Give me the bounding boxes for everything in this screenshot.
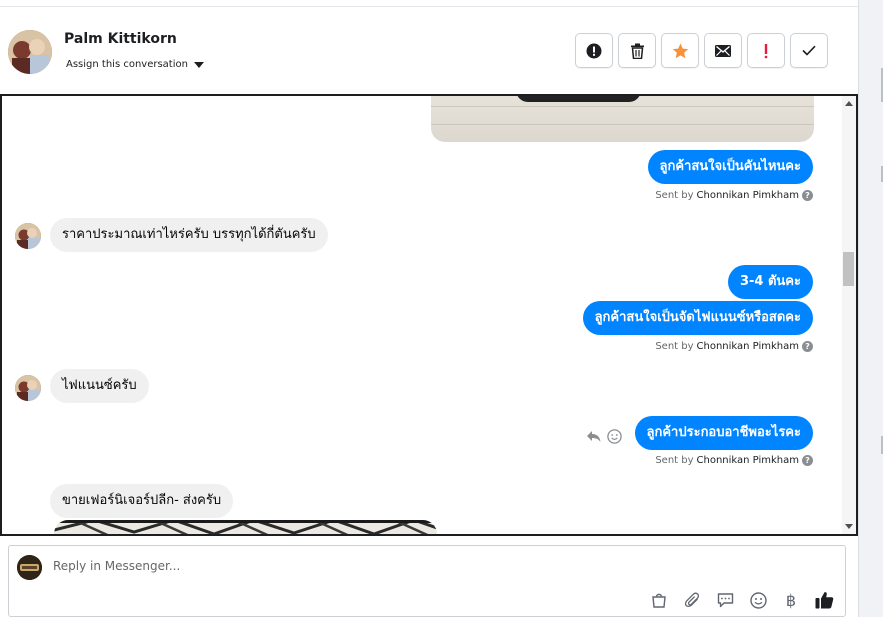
shared-photo[interactable]	[431, 96, 814, 142]
side-panel-edge	[858, 0, 883, 617]
message-bubble-incoming[interactable]: ไฟแนนซ์ครับ	[50, 369, 149, 403]
important-button[interactable]	[747, 33, 785, 68]
message-bubble-outgoing[interactable]: ลูกค้าสนใจเป็นคันไหนคะ	[647, 150, 813, 184]
help-icon[interactable]: ?	[802, 455, 813, 466]
sent-by-prefix: Sent by	[655, 190, 694, 201]
message-bubble-outgoing[interactable]: ลูกค้าสนใจเป็นจัดไฟแนนซ์หรือสดคะ	[582, 301, 813, 335]
message-bubble-incoming[interactable]: ราคาประมาณเท่าไหร่ครับ บรรทุกได้กี่ตันคร…	[50, 218, 328, 252]
scroll-thumb[interactable]	[843, 252, 854, 286]
sent-by-name: Chonnikan Pimkham	[696, 190, 799, 201]
assign-label: Assign this conversation	[66, 59, 188, 70]
thread-scrollbar[interactable]	[842, 96, 856, 534]
contact-name[interactable]: Palm Kittikorn	[64, 31, 177, 47]
shared-photo[interactable]	[54, 520, 437, 534]
sent-by-label: Sent by Chonnikan Pimkham ?	[655, 455, 813, 466]
message-thread[interactable]: ลูกค้าสนใจเป็นคันไหนคะ Sent by Chonnikan…	[0, 94, 858, 536]
reply-composer: ฿	[8, 545, 846, 617]
delete-button[interactable]	[618, 33, 656, 68]
reply-input[interactable]	[53, 559, 553, 573]
sent-by-prefix: Sent by	[655, 455, 694, 466]
contact-avatar-small[interactable]	[15, 375, 41, 401]
scroll-down-arrow-icon[interactable]	[845, 524, 853, 529]
react-emoji-icon[interactable]	[607, 429, 622, 444]
conversation-header: Palm Kittikorn Assign this conversation	[0, 7, 858, 94]
mark-spam-button[interactable]	[575, 33, 613, 68]
check-icon	[802, 45, 816, 56]
sent-by-label: Sent by Chonnikan Pimkham ?	[655, 190, 813, 201]
message-bubble-outgoing[interactable]: 3-4 ตันคะ	[727, 265, 813, 299]
reply-icon[interactable]	[586, 430, 601, 443]
trash-icon	[630, 43, 644, 59]
help-icon[interactable]: ?	[802, 190, 813, 201]
message-hover-actions	[586, 429, 622, 444]
composer-toolbar: ฿	[648, 589, 835, 611]
message-bubble-outgoing[interactable]: ลูกค้าประกอบอาชีพอะไรคะ	[634, 416, 813, 450]
envelope-icon	[715, 44, 731, 57]
shopping-bag-icon[interactable]	[648, 589, 670, 611]
help-icon[interactable]: ?	[802, 341, 813, 352]
photo-content	[54, 520, 437, 534]
sent-by-name: Chonnikan Pimkham	[696, 455, 799, 466]
conversation-actions	[575, 33, 828, 68]
alert-circle-icon	[586, 43, 602, 58]
contact-avatar-small[interactable]	[15, 223, 41, 249]
mark-unread-button[interactable]	[704, 33, 742, 68]
contact-avatar[interactable]	[8, 30, 52, 74]
saved-reply-icon[interactable]	[714, 589, 736, 611]
star-button[interactable]	[661, 33, 699, 68]
messenger-inbox: Palm Kittikorn Assign this conversation	[0, 0, 883, 617]
photo-floor-line	[431, 106, 814, 107]
sent-by-prefix: Sent by	[655, 341, 694, 352]
assign-conversation-dropdown[interactable]: Assign this conversation	[66, 59, 204, 70]
scroll-up-arrow-icon[interactable]	[845, 101, 853, 106]
thumbs-up-icon[interactable]	[813, 589, 835, 611]
baht-icon[interactable]: ฿	[780, 589, 802, 611]
exclamation-icon	[764, 43, 768, 58]
emoji-icon[interactable]	[747, 589, 769, 611]
paperclip-icon[interactable]	[681, 589, 703, 611]
sent-by-label: Sent by Chonnikan Pimkham ?	[655, 341, 813, 352]
baht-symbol: ฿	[785, 590, 797, 610]
mark-done-button[interactable]	[790, 33, 828, 68]
photo-floor-line	[431, 124, 814, 125]
photo-object	[516, 96, 641, 102]
message-bubble-incoming[interactable]: ขายเฟอร์นิเจอร์ปลีก- ส่งครับ	[50, 484, 234, 518]
page-avatar	[17, 555, 42, 580]
star-icon	[672, 43, 688, 58]
sent-by-name: Chonnikan Pimkham	[696, 341, 799, 352]
caret-down-icon	[193, 61, 204, 68]
